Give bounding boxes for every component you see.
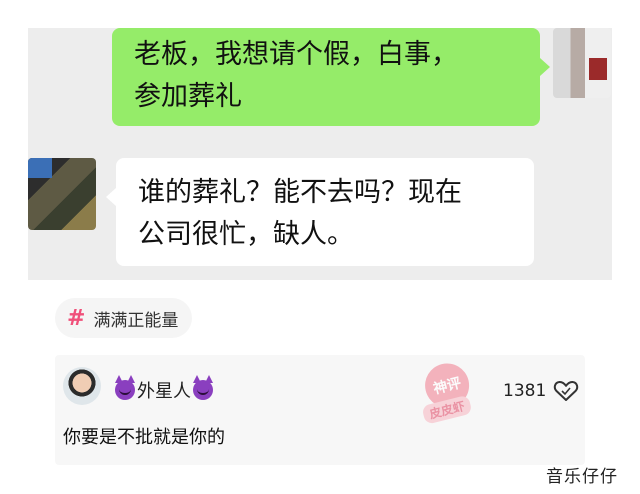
username-row[interactable]: 外星人 bbox=[115, 375, 213, 403]
comment-text: 你要是不批就是你的 bbox=[63, 427, 225, 448]
outgoing-message-bubble: 老板，我想请个假，白事， 参加葬礼 bbox=[112, 28, 550, 126]
incoming-message-bubble: 谁的葬礼？能不去吗？现在 公司很忙，缺人。 bbox=[106, 158, 534, 266]
avatar[interactable] bbox=[63, 367, 101, 405]
sender-avatar-blurred bbox=[553, 28, 611, 98]
hashtag-icon: # bbox=[67, 305, 86, 331]
chat-screenshot: 老板，我想请个假，白事， 参加葬礼 谁的葬礼？能不去吗？现在 公司很忙，缺人。 bbox=[28, 28, 612, 280]
devil-emoji-icon bbox=[193, 375, 213, 400]
hashtag-chip[interactable]: # 满满正能量 bbox=[55, 298, 193, 338]
incoming-message-line-2: 公司很忙，缺人。 bbox=[138, 219, 354, 250]
outgoing-message-line-2: 参加葬礼 bbox=[134, 81, 242, 112]
outgoing-message-line-1: 老板，我想请个假，白事， bbox=[134, 39, 458, 70]
watermark: 音乐仔仔 bbox=[546, 467, 618, 487]
comment-card: 外星人 神评 皮皮虾 1381 你要是不批就是你的 bbox=[55, 355, 585, 465]
top-comment-stamp: 神评 皮皮虾 bbox=[399, 353, 501, 433]
hashtag-label: 满满正能量 bbox=[93, 310, 179, 331]
username: 外星人 bbox=[137, 381, 191, 402]
devil-emoji-icon bbox=[115, 375, 135, 400]
incoming-message-line-1: 谁的葬礼？能不去吗？现在 bbox=[138, 177, 462, 208]
like-heart-icon[interactable] bbox=[553, 379, 579, 403]
receiver-avatar-blurred bbox=[28, 158, 96, 230]
like-count: 1381 bbox=[503, 381, 547, 401]
